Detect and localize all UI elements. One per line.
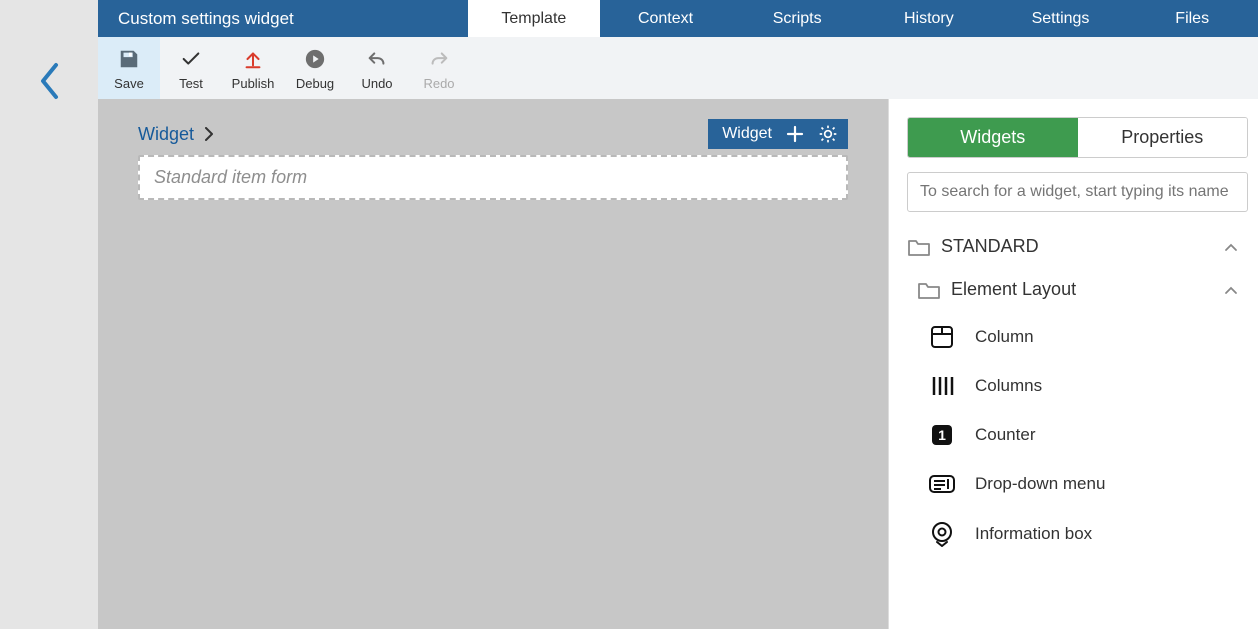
tab-history[interactable]: History bbox=[863, 0, 995, 37]
canvas-area: Widget Widget Standard item form bbox=[98, 99, 888, 629]
chevron-right-icon bbox=[204, 127, 214, 141]
toolbar: Save Test Publish Debug bbox=[98, 37, 1258, 99]
breadcrumb[interactable]: Widget bbox=[138, 124, 214, 145]
group-layout-label: Element Layout bbox=[951, 279, 1076, 300]
page-title: Custom settings widget bbox=[98, 0, 468, 37]
chevron-up-icon bbox=[1224, 285, 1238, 295]
dropdown-icon bbox=[927, 472, 957, 496]
sidebar: Widgets Properties STANDARD bbox=[888, 99, 1258, 629]
sidebar-tab-properties[interactable]: Properties bbox=[1078, 118, 1248, 157]
sidebar-tab-widgets[interactable]: Widgets bbox=[908, 118, 1078, 157]
widget-selector: Widget bbox=[708, 119, 848, 149]
group-element-layout[interactable]: Element Layout bbox=[907, 273, 1248, 306]
widget-item-dropdown[interactable]: Drop-down menu bbox=[921, 460, 1248, 508]
add-widget-button[interactable] bbox=[786, 125, 804, 143]
widget-item-columns[interactable]: Columns bbox=[921, 362, 1248, 410]
widget-item-counter[interactable]: 1 Counter bbox=[921, 410, 1248, 460]
check-icon bbox=[180, 46, 202, 72]
top-tabs: Template Context Scripts History Setting… bbox=[468, 0, 1258, 37]
redo-button[interactable]: Redo bbox=[408, 37, 470, 99]
chevron-left-icon bbox=[38, 62, 60, 100]
save-button[interactable]: Save bbox=[98, 37, 160, 99]
back-button[interactable] bbox=[29, 61, 69, 101]
publish-button[interactable]: Publish bbox=[222, 37, 284, 99]
test-label: Test bbox=[179, 76, 203, 91]
test-button[interactable]: Test bbox=[160, 37, 222, 99]
chevron-up-icon bbox=[1224, 242, 1238, 252]
plus-icon bbox=[786, 125, 804, 143]
widget-item-column[interactable]: Column bbox=[921, 312, 1248, 362]
undo-button[interactable]: Undo bbox=[346, 37, 408, 99]
form-placeholder[interactable]: Standard item form bbox=[138, 155, 848, 200]
undo-icon bbox=[366, 46, 388, 72]
undo-label: Undo bbox=[361, 76, 392, 91]
play-circle-icon bbox=[304, 46, 326, 72]
tab-context[interactable]: Context bbox=[600, 0, 732, 37]
group-standard[interactable]: STANDARD bbox=[907, 230, 1248, 263]
tab-files[interactable]: Files bbox=[1126, 0, 1258, 37]
widget-search-input[interactable] bbox=[907, 172, 1248, 212]
info-badge-icon bbox=[927, 520, 957, 548]
counter-icon: 1 bbox=[927, 422, 957, 448]
publish-label: Publish bbox=[232, 76, 275, 91]
gear-icon bbox=[818, 124, 838, 144]
redo-label: Redo bbox=[423, 76, 454, 91]
upload-icon bbox=[242, 46, 264, 72]
save-label: Save bbox=[114, 76, 144, 91]
widget-item-label: Information box bbox=[975, 524, 1092, 544]
widget-item-label: Columns bbox=[975, 376, 1042, 396]
folder-icon bbox=[907, 237, 931, 257]
debug-button[interactable]: Debug bbox=[284, 37, 346, 99]
widget-item-infobox[interactable]: Information box bbox=[921, 508, 1248, 560]
widget-item-label: Drop-down menu bbox=[975, 474, 1105, 494]
widget-item-label: Column bbox=[975, 327, 1034, 347]
svg-text:1: 1 bbox=[938, 427, 946, 443]
save-icon bbox=[118, 46, 140, 72]
topbar-left-spacer bbox=[0, 0, 98, 37]
redo-icon bbox=[428, 46, 450, 72]
columns-icon bbox=[927, 374, 957, 398]
widget-settings-button[interactable] bbox=[818, 124, 838, 144]
tab-settings[interactable]: Settings bbox=[995, 0, 1127, 37]
widget-item-label: Counter bbox=[975, 425, 1035, 445]
tab-template[interactable]: Template bbox=[468, 0, 600, 37]
tab-scripts[interactable]: Scripts bbox=[731, 0, 863, 37]
debug-label: Debug bbox=[296, 76, 334, 91]
column-icon bbox=[927, 324, 957, 350]
group-standard-label: STANDARD bbox=[941, 236, 1039, 257]
folder-icon bbox=[917, 280, 941, 300]
breadcrumb-root[interactable]: Widget bbox=[138, 124, 194, 145]
widget-selector-label: Widget bbox=[722, 125, 772, 143]
